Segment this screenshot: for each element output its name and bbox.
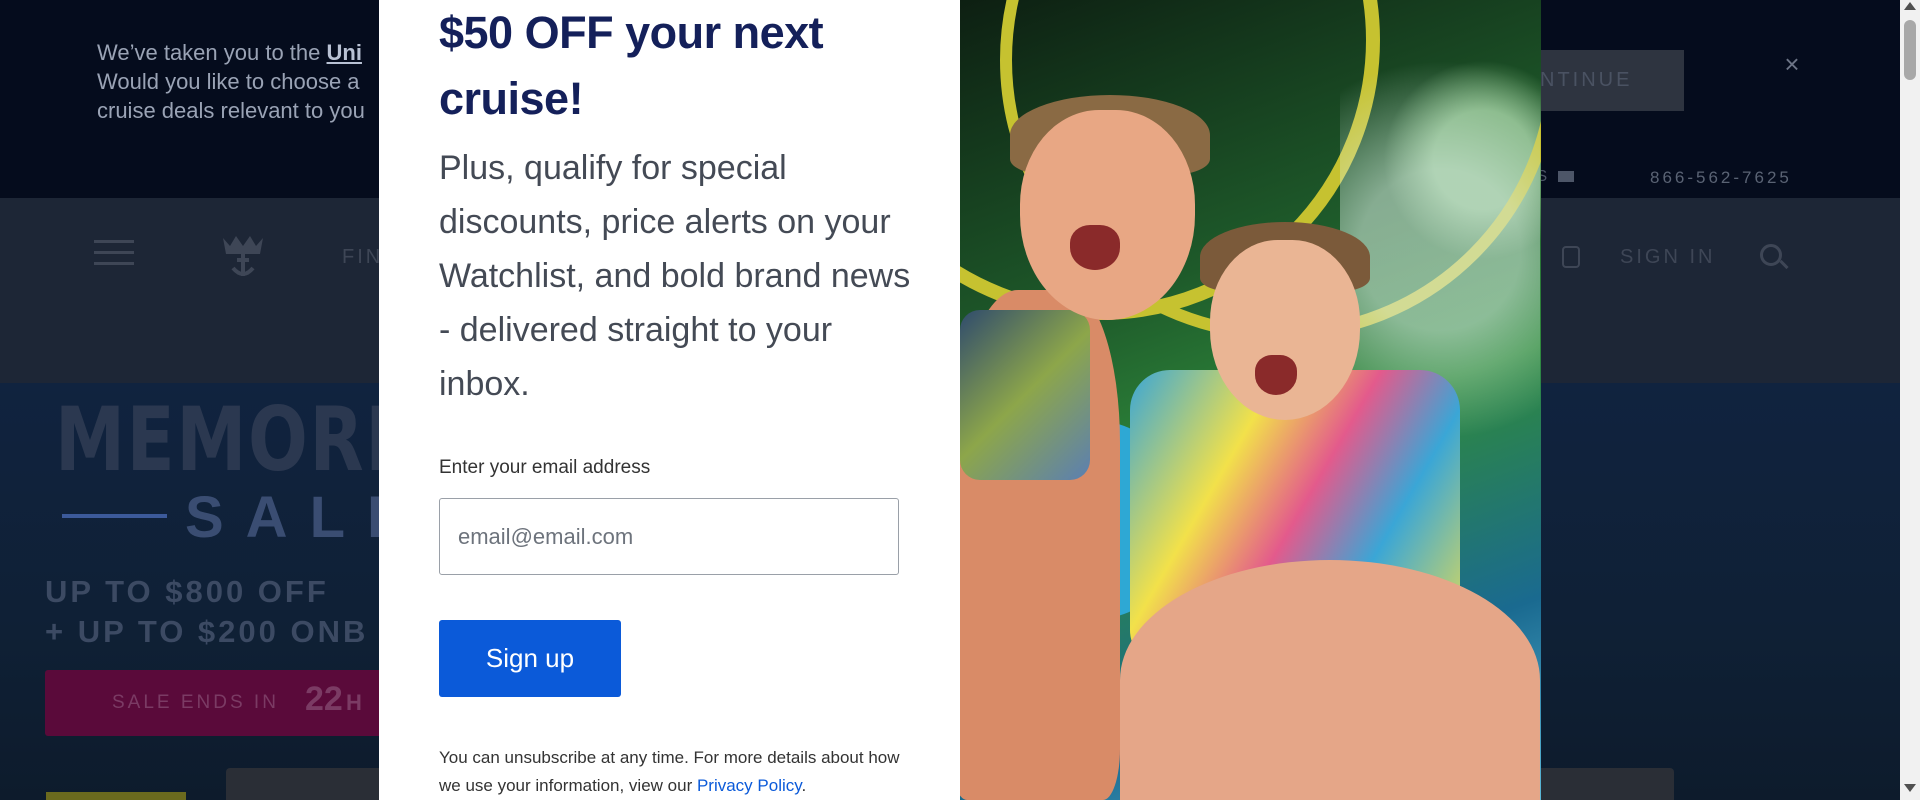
scroll-down-icon[interactable] [1904, 784, 1916, 792]
geo-banner-line2: Would you like to choose a [97, 69, 360, 94]
email-label: Enter your email address [439, 457, 651, 478]
menu-icon[interactable] [94, 240, 134, 268]
hero-divider [62, 514, 167, 518]
sign-in-link[interactable]: SIGN IN [1620, 246, 1715, 269]
close-icon[interactable]: × [1780, 51, 1804, 77]
geo-country-link[interactable]: Uni [327, 40, 362, 65]
promo-tab [46, 792, 186, 800]
phone-number[interactable]: 866-562-7625 [1650, 168, 1792, 188]
modal-subheadline: Plus, qualify for special discounts, pri… [439, 149, 911, 403]
crown-anchor-logo-icon[interactable] [218, 232, 268, 280]
sale-ends-label: SALE ENDS IN [112, 692, 279, 713]
sale-ends-hours: 22 [305, 680, 343, 718]
geo-banner-message: We’ve taken you to the Uni Would you lik… [97, 38, 397, 125]
hero-offer-line2: + UP TO $200 ONB [45, 614, 369, 649]
signup-modal: $50 OFF your next cruise! Plus, qualify … [379, 0, 1541, 800]
nav-find-cruise[interactable]: FIN [342, 246, 383, 269]
scroll-up-icon[interactable] [1904, 2, 1916, 10]
promo-photo [960, 0, 1541, 800]
signup-form-panel: $50 OFF your next cruise! Plus, qualify … [379, 0, 960, 800]
sign-up-button[interactable]: Sign up [439, 620, 621, 697]
modal-headline: $50 OFF your next cruise! [439, 7, 824, 124]
fine-print-text: You can unsubscribe at any time. For mor… [439, 748, 900, 795]
scrollbar-thumb[interactable] [1904, 20, 1916, 80]
page-scrollbar[interactable] [1900, 0, 1920, 800]
fine-print-end: . [801, 776, 807, 795]
geo-banner-line1: We’ve taken you to the [97, 40, 327, 65]
geo-banner-line3: cruise deals relevant to you [97, 98, 365, 123]
email-field[interactable] [439, 498, 899, 575]
privacy-policy-link[interactable]: Privacy Policy [697, 776, 802, 795]
sale-ends-unit: H [346, 690, 362, 715]
unsubscribe-note: You can unsubscribe at any time. For mor… [439, 744, 909, 800]
hero-offer-line1: UP TO $800 OFF [45, 574, 329, 609]
search-icon[interactable] [1760, 244, 1782, 266]
bag-icon[interactable] [1562, 246, 1580, 268]
flag-icon [1558, 171, 1575, 183]
